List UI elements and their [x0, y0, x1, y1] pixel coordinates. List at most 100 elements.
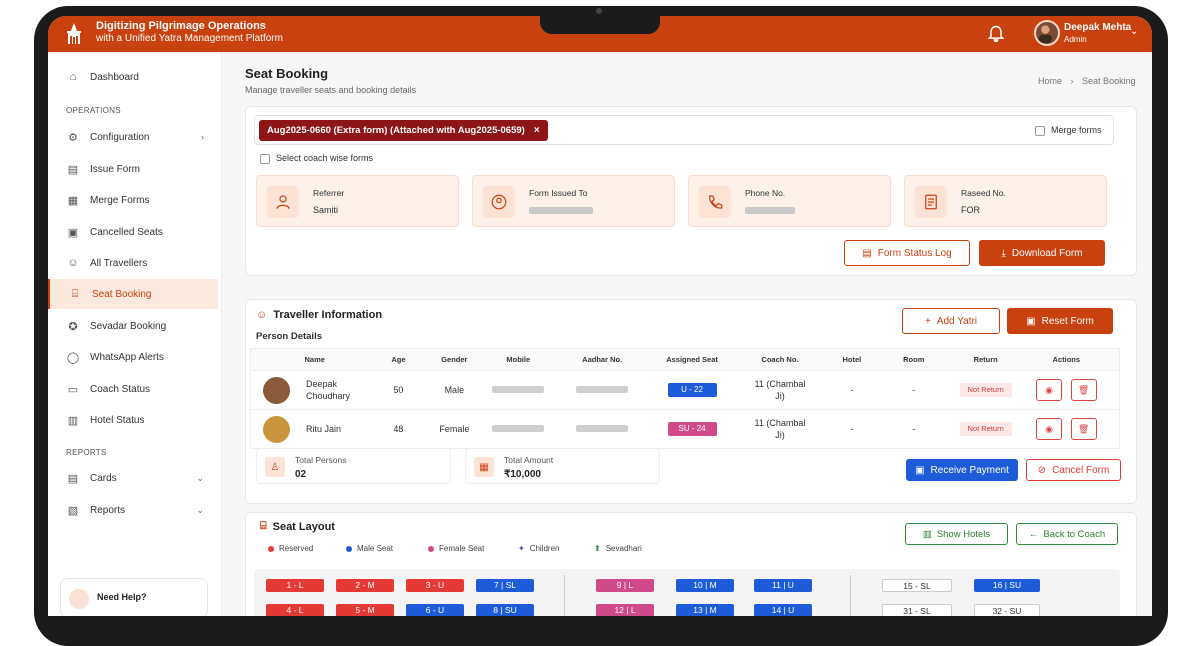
chevron-right-icon: › [201, 132, 204, 142]
sidebar-item-coach-status[interactable]: ▭ Coach Status [48, 374, 218, 404]
bus-icon: ▭ [67, 383, 79, 396]
row-hotel: - [833, 370, 870, 410]
sidebar-item-merge-forms[interactable]: ▦ Merge Forms [48, 185, 218, 215]
report-icon: ▧ [67, 504, 79, 517]
mobile-redacted [492, 425, 545, 432]
sidebar-item-sevadar-booking[interactable]: ✪ Sevadar Booking [48, 311, 218, 341]
row-mobile [490, 409, 547, 449]
view-eye-icon[interactable]: ◉ [1036, 418, 1063, 440]
sidebar-item-reports[interactable]: ▧ Reports ⌄ [48, 495, 218, 525]
aadhar-redacted [576, 386, 629, 393]
download-form-button[interactable]: ⤓ Download Form [979, 240, 1105, 266]
need-help-card[interactable]: Need Help? [60, 578, 208, 616]
total-persons-card: ♙ Total Persons 02 [256, 448, 451, 484]
sidebar-item-hotel-status[interactable]: ▥ Hotel Status [48, 405, 218, 435]
seat-button[interactable]: 9 | L [596, 579, 654, 592]
view-eye-icon[interactable]: ◉ [1036, 379, 1063, 401]
main-content: Seat Booking Manage traveller seats and … [222, 52, 1152, 616]
legend-children: ✦ Children [518, 544, 560, 553]
form-issued-label: Form Issued To [529, 188, 588, 198]
phone-icon [699, 186, 731, 218]
seat-button[interactable]: 1 - L [266, 579, 324, 592]
delete-trash-icon[interactable]: 🗑 [1070, 418, 1097, 440]
col-name: Name [250, 348, 379, 371]
seat-button[interactable]: 5 - M [336, 604, 394, 616]
sidebar-item-configuration[interactable]: ⚙ Configuration › [48, 122, 218, 152]
seat-button[interactable]: 11 | U [754, 579, 812, 592]
sidebar-item-issue-form[interactable]: ▤ Issue Form [48, 154, 218, 184]
phone-label: Phone No. [745, 188, 786, 198]
chevron-down-icon: ⌄ [196, 504, 204, 515]
sidebar-item-seat-booking[interactable]: ⌸ Seat Booking [48, 279, 218, 309]
back-to-coach-button[interactable]: ← Back to Coach [1016, 523, 1118, 545]
notification-bell-icon[interactable] [986, 24, 1006, 44]
seat-icon: ⌸ [71, 287, 79, 300]
seat-button[interactable]: 16 | SU [974, 579, 1040, 592]
seat-button[interactable]: 13 | M [676, 604, 734, 616]
referrer-label: Referrer [313, 188, 345, 198]
person-icon: ♙ [265, 457, 285, 477]
add-yatri-button[interactable]: + Add Yatri [902, 308, 1000, 334]
user-menu-chevron-icon[interactable]: ⌄ [1130, 26, 1138, 37]
child-icon: ✦ [518, 544, 525, 553]
seat-button[interactable]: 14 | U [754, 604, 812, 616]
row-name: Deepak Choudhary [250, 370, 379, 410]
reset-form-button[interactable]: ▣ Reset Form [1007, 308, 1113, 334]
form-icon: ▤ [67, 163, 79, 176]
merge-forms-checkbox[interactable]: Merge forms [1035, 125, 1102, 136]
col-aadhar: Aadhar No. [546, 348, 659, 371]
cancelled-icon: ▣ [67, 226, 79, 239]
brand-line-2: with a Unified Yatra Management Platform [96, 33, 283, 44]
form-select-input[interactable]: Aug2025-0660 (Extra form) (Attached with… [254, 115, 1114, 145]
chip-close-icon[interactable]: × [534, 125, 540, 136]
coach-wise-checkbox[interactable]: Select coach wise forms [260, 153, 373, 164]
col-coach: Coach No. [726, 348, 834, 371]
chat-icon: ◯ [66, 351, 80, 364]
seat-button[interactable]: 15 - SL [882, 579, 952, 592]
seat-button[interactable]: 7 | SL [476, 579, 534, 592]
help-icon [69, 589, 89, 609]
row-gender: Female [418, 409, 491, 449]
legend-sevadhari: ⬆ Sevadhari [594, 544, 642, 553]
chevron-down-icon: ⌄ [196, 472, 204, 483]
receive-payment-button[interactable]: ▣ Receive Payment [906, 459, 1018, 481]
seat-button[interactable]: 6 - U [406, 604, 464, 616]
download-icon: ⤓ [1001, 247, 1006, 259]
seat-button[interactable]: 32 - SU [974, 604, 1040, 616]
user-name[interactable]: Deepak Mehta [1064, 22, 1131, 33]
cancel-form-button[interactable]: ⊘ Cancel Form [1026, 459, 1121, 481]
app-screen: Digitizing Pilgrimage Operations with a … [48, 16, 1152, 616]
legend-reserved: Reserved [268, 544, 313, 553]
user-avatar[interactable] [1034, 20, 1060, 46]
row-name: Ritu Jain [250, 409, 379, 449]
table-row: Deepak Choudhary 50 Male U - 22 11 (Cham… [250, 370, 1120, 410]
sidebar-item-dashboard[interactable]: ⌂ Dashboard [48, 62, 218, 92]
row-aadhar [546, 370, 659, 410]
row-hotel: - [833, 409, 870, 449]
delete-trash-icon[interactable]: 🗑 [1070, 379, 1097, 401]
seat-layout-card: ⌸ Seat Layout Reserved Male Seat Female … [245, 512, 1137, 616]
show-hotels-button[interactable]: ▥ Show Hotels [905, 523, 1008, 545]
row-room: - [869, 409, 958, 449]
traveller-card: ☺ Traveller Information + Add Yatri ▣ Re… [245, 299, 1137, 504]
form-status-log-button[interactable]: ▤ Form Status Log [844, 240, 970, 266]
row-room: - [869, 370, 958, 410]
seat-button[interactable]: 8 | SU [476, 604, 534, 616]
seat-button[interactable]: 10 | M [676, 579, 734, 592]
seat-button[interactable]: 3 - U [406, 579, 464, 592]
col-return: Return [957, 348, 1014, 371]
row-seat: SU - 24 [658, 409, 727, 449]
table-row: Ritu Jain 48 Female SU - 24 11 (Chambal … [250, 409, 1120, 449]
sidebar-item-whatsapp-alerts[interactable]: ◯ WhatsApp Alerts [48, 342, 218, 372]
seat-button[interactable]: 2 - M [336, 579, 394, 592]
sidebar-item-cards[interactable]: ▤ Cards ⌄ [48, 463, 218, 493]
seat-button[interactable]: 31 - SL [882, 604, 952, 616]
row-return: Not Return [957, 409, 1014, 449]
breadcrumb-home[interactable]: Home [1038, 76, 1062, 86]
checkbox-icon [260, 153, 270, 164]
seat-button[interactable]: 12 | L [596, 604, 654, 616]
sidebar-item-cancelled-seats[interactable]: ▣ Cancelled Seats [48, 217, 218, 247]
raseed-card: Raseed No. FOR [904, 175, 1107, 227]
sidebar-item-all-travellers[interactable]: ☺ All Travellers [48, 248, 218, 278]
seat-button[interactable]: 4 - L [266, 604, 324, 616]
